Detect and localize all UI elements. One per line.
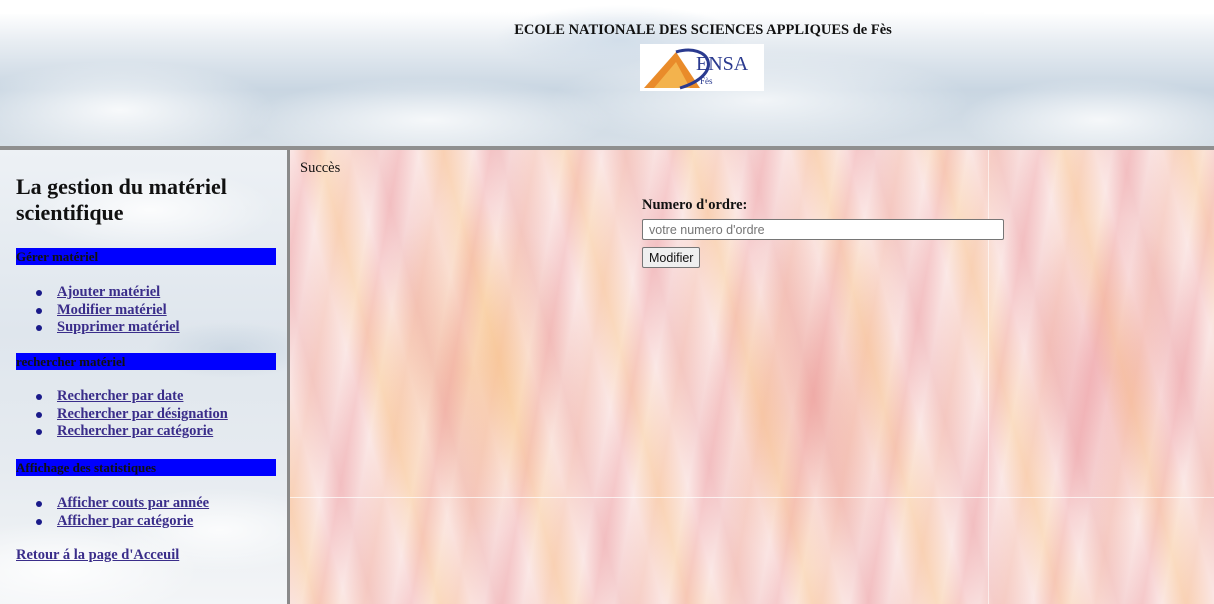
bullet-icon — [36, 518, 42, 525]
bullet-icon — [36, 290, 42, 296]
modifier-button[interactable]: Modifier — [642, 247, 701, 268]
numero-ordre-input[interactable] — [642, 219, 1004, 240]
school-title: ECOLE NATIONALE DES SCIENCES APPLIQUES d… — [514, 22, 892, 38]
header-white-band-left — [0, 0, 230, 14]
menu-item-afficher-par-categorie: Afficher par catégorie — [36, 513, 209, 531]
home-link[interactable]: Retour á la page d'Acceuil — [16, 547, 179, 564]
logo-subtext: Fès — [700, 76, 713, 86]
menu-item-modifier-materiel: Modifier matériel — [36, 302, 180, 320]
sidebar: La gestion du matériel scientifique Gére… — [0, 150, 288, 604]
bullet-icon — [36, 411, 42, 418]
menu-item-ajouter-materiel: Ajouter matériel — [36, 284, 180, 302]
menu-item-supprimer-materiel: Supprimer matériel — [36, 319, 180, 337]
bullet-icon — [36, 307, 42, 314]
ensa-logo: ENSA Fès — [640, 44, 764, 91]
sidebar-title: La gestion du matériel scientifique — [16, 174, 227, 225]
menu-item-afficher-couts-par-annee: Afficher couts par année — [36, 495, 209, 513]
header-banner: ECOLE NATIONALE DES SCIENCES APPLIQUES d… — [0, 0, 1214, 146]
bullet-icon — [36, 429, 42, 435]
status-message: Succès — [300, 160, 341, 176]
menu-item-rechercher-par-categorie: Rechercher par catégorie — [36, 423, 228, 441]
numero-ordre-label: Numero d'ordre: — [642, 197, 748, 213]
link-rechercher-par-date[interactable]: Rechercher par date — [57, 388, 183, 404]
menu-affichage-statistiques: Afficher couts par année Afficher par ca… — [36, 495, 209, 530]
link-afficher-par-categorie[interactable]: Afficher par catégorie — [57, 513, 193, 529]
menu-item-rechercher-par-designation: Rechercher par désignation — [36, 406, 228, 424]
link-afficher-couts-par-annee[interactable]: Afficher couts par année — [57, 495, 209, 511]
bullet-icon — [36, 501, 42, 507]
link-supprimer-materiel[interactable]: Supprimer matériel — [57, 319, 180, 335]
header-white-band-right — [984, 0, 1214, 14]
section-heading-affichage-statistiques: Affichage des statistiques — [16, 459, 276, 476]
link-modifier-materiel[interactable]: Modifier matériel — [57, 302, 167, 318]
background-tile-seam — [290, 497, 1214, 498]
link-rechercher-par-categorie[interactable]: Rechercher par catégorie — [57, 423, 213, 439]
link-rechercher-par-designation[interactable]: Rechercher par désignation — [57, 406, 228, 422]
bullet-icon — [36, 325, 42, 331]
main-content: Succès Numero d'ordre: Modifier — [290, 150, 1214, 604]
menu-gerer-materiel: Ajouter matériel Modifier matériel Suppr… — [36, 284, 180, 337]
link-ajouter-materiel[interactable]: Ajouter matériel — [57, 284, 160, 300]
logo-text: ENSA — [696, 53, 749, 75]
section-heading-rechercher-materiel: rechercher matériel — [16, 353, 276, 370]
bullet-icon — [36, 394, 42, 400]
modify-form: Numero d'ordre: Modifier — [642, 197, 1004, 268]
menu-rechercher-materiel: Rechercher par date Rechercher par désig… — [36, 388, 228, 441]
section-heading-gerer-materiel: Gérer matériel — [16, 248, 276, 265]
menu-item-rechercher-par-date: Rechercher par date — [36, 388, 228, 406]
